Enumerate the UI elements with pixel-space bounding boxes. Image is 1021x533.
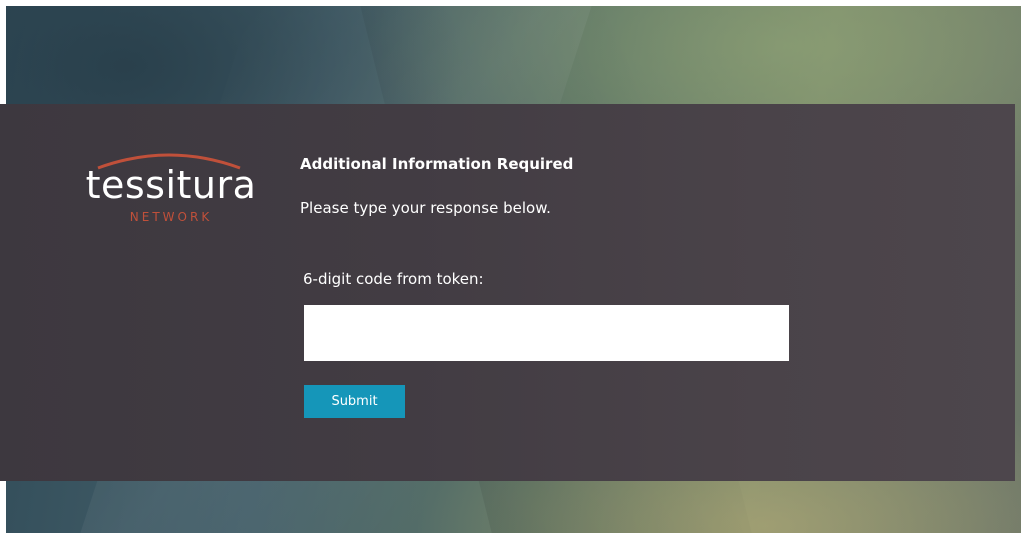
form-heading: Additional Information Required (300, 155, 574, 173)
submit-button[interactable]: Submit (304, 385, 405, 418)
code-field-label: 6-digit code from token: (303, 270, 484, 288)
code-input[interactable] (304, 305, 789, 361)
logo-wordmark: tessitura (85, 163, 257, 207)
form-prompt: Please type your response below. (300, 199, 551, 217)
logo-subtitle: NETWORK (129, 210, 213, 224)
tessitura-logo: tessitura NETWORK (66, 148, 276, 228)
